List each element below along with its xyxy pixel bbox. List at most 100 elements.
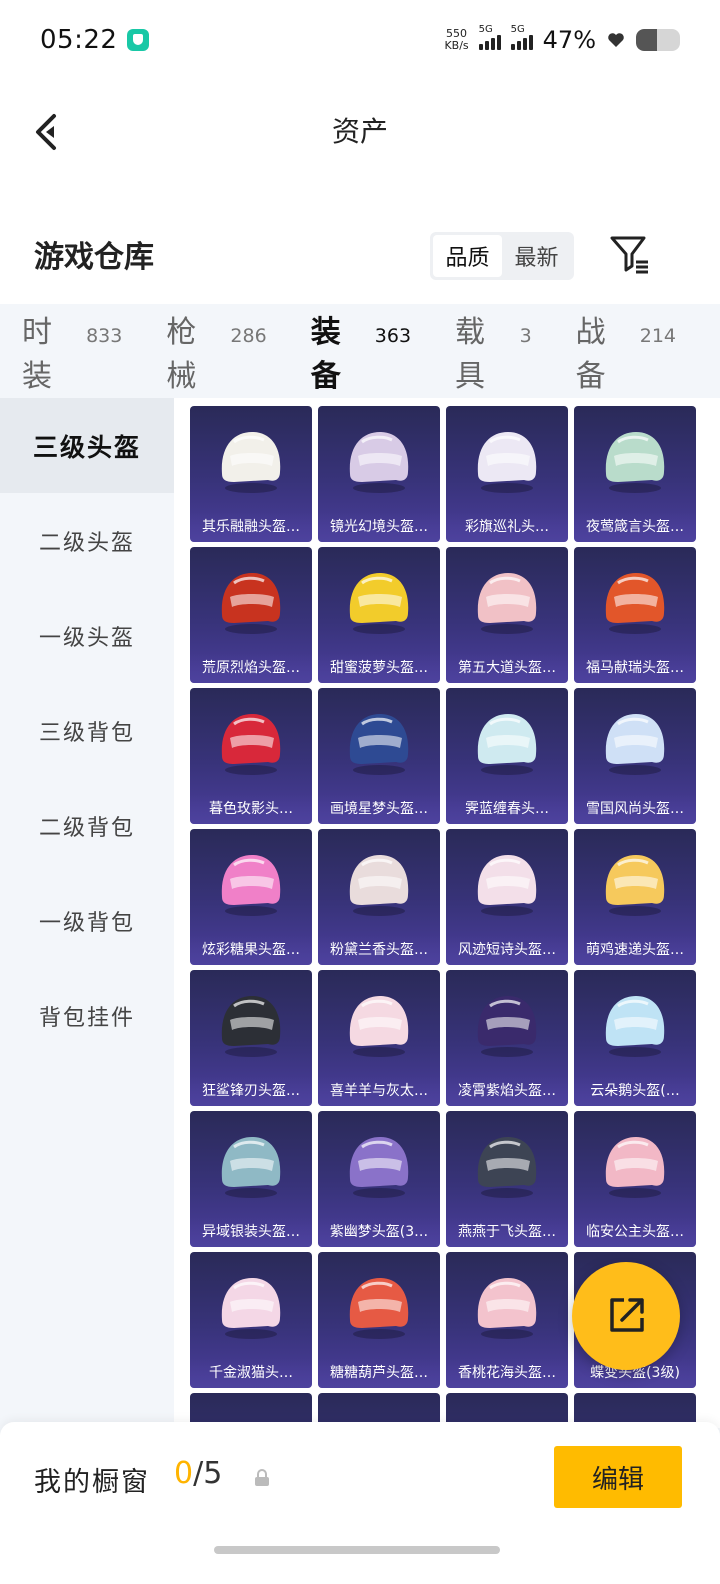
sim1-label: 5G	[478, 24, 493, 35]
battery-percent: 47%	[542, 26, 596, 54]
item-card[interactable]: 荒原烈焰头盔…	[190, 547, 312, 683]
item-card[interactable]: 甜蜜菠萝头盔…	[318, 547, 440, 683]
item-card[interactable]: 燕燕于飞头盔…	[446, 1111, 568, 1247]
tab-label: 载具	[455, 315, 486, 394]
item-label: 霁蓝缠春头…	[446, 794, 568, 824]
sort-option-quality[interactable]: 品质	[433, 235, 502, 277]
showcase-total: 5	[203, 1456, 223, 1491]
tab-count: 833	[86, 325, 123, 347]
helmet-icon	[221, 573, 281, 634]
item-card[interactable]: 喜羊羊与灰太…	[318, 970, 440, 1106]
item-label: 糖糖葫芦头盔…	[318, 1358, 440, 1388]
item-card[interactable]: 萌鸡速递头盔…	[574, 829, 696, 965]
tab-vehicles[interactable]: 载具 3	[455, 307, 532, 395]
item-card[interactable]: 风迹短诗头盔…	[446, 829, 568, 965]
item-card[interactable]: 凌霄紫焰头盔…	[446, 970, 568, 1106]
helmet-icon	[605, 573, 665, 634]
heart-plus-icon	[608, 33, 624, 47]
helmet-icon	[477, 573, 537, 634]
item-card[interactable]: 镜光幻境头盔…	[318, 406, 440, 542]
helmet-icon	[221, 1137, 281, 1198]
tab-combat-supplies[interactable]: 战备 214	[576, 307, 676, 395]
tab-firearms[interactable]: 枪械 286	[166, 307, 266, 395]
item-card[interactable]: 狂鲨锋刃头盔…	[190, 970, 312, 1106]
helmet-icon	[349, 1137, 409, 1198]
sidebar-item-level2-backpack[interactable]: 二级背包	[0, 778, 174, 873]
item-card[interactable]: 福马献瑞头盔…	[574, 547, 696, 683]
item-label: 第五大道头盔…	[446, 653, 568, 683]
showcase-bar: 我的橱窗 0/5 编辑	[0, 1422, 720, 1584]
helmet-icon	[349, 714, 409, 775]
item-card[interactable]: 画境星梦头盔…	[318, 688, 440, 824]
asset-page: 05:22 550 KB/s 5G 5G 47% 资产 游戏仓库 品质 最新 时…	[0, 0, 720, 1584]
signal-icon: 5G	[478, 24, 501, 50]
item-card[interactable]: 第五大道头盔…	[446, 547, 568, 683]
item-label: 雪国风尚头盔…	[574, 794, 696, 824]
item-card[interactable]: 糖糖葫芦头盔…	[318, 1252, 440, 1388]
item-label: 画境星梦头盔…	[318, 794, 440, 824]
item-label: 紫幽梦头盔(3…	[318, 1217, 440, 1247]
helmet-icon	[349, 432, 409, 493]
item-label: 镜光幻境头盔…	[318, 512, 440, 542]
helmet-icon	[349, 996, 409, 1057]
item-card[interactable]: 暮色玫影头…	[190, 688, 312, 824]
helmet-icon	[477, 1278, 537, 1339]
helmet-icon	[605, 432, 665, 493]
item-card[interactable]: 霁蓝缠春头…	[446, 688, 568, 824]
item-label: 炫彩糖果头盔…	[190, 935, 312, 965]
network-speed: 550 KB/s	[444, 28, 468, 52]
share-button[interactable]	[572, 1262, 680, 1370]
item-card[interactable]: 彩旗巡礼头…	[446, 406, 568, 542]
showcase-label: 我的橱窗	[34, 1467, 150, 1498]
sidebar-item-level1-helmet[interactable]: 一级头盔	[0, 588, 174, 683]
sort-option-latest[interactable]: 最新	[502, 235, 571, 277]
item-label: 风迹短诗头盔…	[446, 935, 568, 965]
helmet-icon	[221, 714, 281, 775]
sidebar-item-level3-backpack[interactable]: 三级背包	[0, 683, 174, 778]
edit-button[interactable]: 编辑	[554, 1446, 682, 1508]
home-indicator[interactable]	[214, 1546, 500, 1554]
sidebar-item-backpack-charm[interactable]: 背包挂件	[0, 968, 174, 1063]
item-label: 彩旗巡礼头…	[446, 512, 568, 542]
showcase-current: 0	[174, 1456, 194, 1491]
item-label: 香桃花海头盔…	[446, 1358, 568, 1388]
tab-fashion[interactable]: 时装 833	[22, 307, 122, 395]
item-card[interactable]: 炫彩糖果头盔…	[190, 829, 312, 965]
tab-label: 装备	[310, 315, 341, 394]
sim2-label: 5G	[510, 24, 525, 35]
filter-icon[interactable]	[608, 232, 652, 276]
item-label: 荒原烈焰头盔…	[190, 653, 312, 683]
item-card[interactable]: 夜莺箴言头盔…	[574, 406, 696, 542]
showcase-separator: /	[193, 1456, 204, 1491]
helmet-icon	[477, 1137, 537, 1198]
lock-icon	[255, 1469, 269, 1486]
item-label: 其乐融融头盔…	[190, 512, 312, 542]
sort-toggle: 品质 最新	[430, 232, 574, 280]
helmet-icon	[477, 996, 537, 1057]
sidebar-item-level3-helmet[interactable]: 三级头盔	[0, 398, 174, 493]
item-label: 临安公主头盔…	[574, 1217, 696, 1247]
item-card[interactable]: 其乐融融头盔…	[190, 406, 312, 542]
item-card[interactable]: 千金淑猫头…	[190, 1252, 312, 1388]
tab-equipment[interactable]: 装备 363	[310, 307, 412, 421]
tab-count: 363	[374, 325, 412, 347]
item-card[interactable]: 异域银装头盔…	[190, 1111, 312, 1247]
item-label: 凌霄紫焰头盔…	[446, 1076, 568, 1106]
item-card[interactable]: 香桃花海头盔…	[446, 1252, 568, 1388]
tab-count: 3	[519, 325, 532, 347]
tab-count: 286	[230, 325, 267, 347]
item-card[interactable]: 紫幽梦头盔(3…	[318, 1111, 440, 1247]
battery-fill	[636, 29, 657, 51]
status-bar: 05:22 550 KB/s 5G 5G 47%	[0, 0, 720, 80]
sidebar-item-level2-helmet[interactable]: 二级头盔	[0, 493, 174, 588]
helmet-icon	[349, 855, 409, 916]
item-label: 喜羊羊与灰太…	[318, 1076, 440, 1106]
item-label: 暮色玫影头…	[190, 794, 312, 824]
item-card[interactable]: 粉黛兰香头盔…	[318, 829, 440, 965]
item-card[interactable]: 雪国风尚头盔…	[574, 688, 696, 824]
helmet-icon	[605, 714, 665, 775]
item-card[interactable]: 临安公主头盔…	[574, 1111, 696, 1247]
item-label: 狂鲨锋刃头盔…	[190, 1076, 312, 1106]
item-card[interactable]: 云朵鹅头盔(…	[574, 970, 696, 1106]
sidebar-item-level1-backpack[interactable]: 一级背包	[0, 873, 174, 968]
